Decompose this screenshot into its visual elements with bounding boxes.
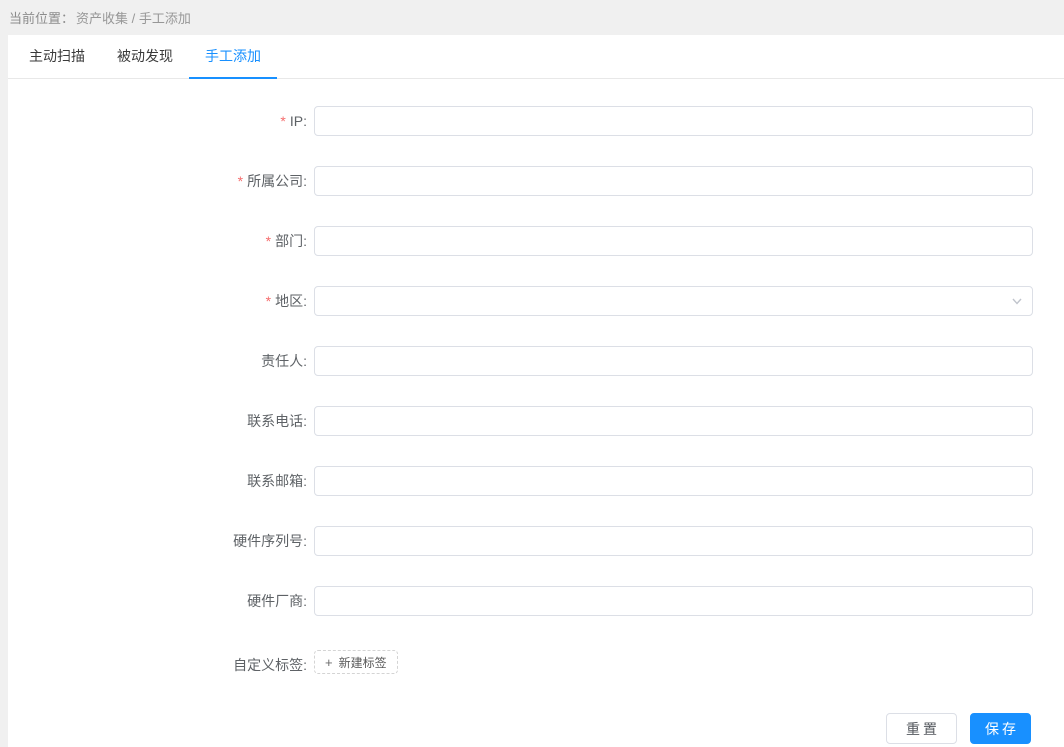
breadcrumb-prefix: 当前位置：	[9, 11, 75, 26]
field-label: 联系电话:	[247, 413, 307, 429]
content-card: 主动扫描 被动发现 手工添加 * IP: * 所属公司: * 部门: * 地区:…	[8, 35, 1064, 747]
department-input[interactable]	[314, 226, 1033, 256]
save-button[interactable]: 保存	[970, 713, 1031, 744]
field-label: * 部门:	[265, 233, 307, 249]
required-asterisk: *	[265, 293, 272, 309]
owner-input[interactable]	[314, 346, 1033, 376]
form-row-region: * 地区:	[8, 286, 1064, 316]
phone-input[interactable]	[314, 406, 1033, 436]
form-row-phone: 联系电话:	[8, 406, 1064, 436]
field-label: * 所属公司:	[237, 173, 307, 189]
required-asterisk: *	[280, 113, 286, 129]
company-input[interactable]	[314, 166, 1033, 196]
field-label: 责任人:	[261, 353, 307, 369]
field-label: 联系邮箱:	[247, 473, 307, 489]
field-label: 硬件厂商:	[247, 593, 307, 609]
tab-label: 被动发现	[117, 48, 173, 64]
form-row-serial: 硬件序列号:	[8, 526, 1064, 556]
field-label: 自定义标签:	[233, 657, 307, 673]
required-asterisk: *	[237, 173, 244, 189]
form-row-vendor: 硬件厂商:	[8, 586, 1064, 616]
tab-label: 手工添加	[205, 48, 261, 64]
tab-bar: 主动扫描 被动发现 手工添加	[8, 35, 1064, 79]
add-tag-button[interactable]: + 新建标签	[314, 650, 398, 674]
field-label: 硬件序列号:	[233, 533, 307, 549]
tab-label: 主动扫描	[29, 48, 85, 64]
form-row-email: 联系邮箱:	[8, 466, 1064, 496]
form-row-ip: * IP:	[8, 106, 1064, 136]
plus-icon: +	[325, 654, 333, 670]
manual-add-form: * IP: * 所属公司: * 部门: * 地区: 责任人: 联系电话: 联系邮…	[8, 79, 1064, 744]
email-input[interactable]	[314, 466, 1033, 496]
tab-active-scan[interactable]: 主动扫描	[13, 35, 101, 79]
hardware-serial-input[interactable]	[314, 526, 1033, 556]
breadcrumb-path: 资产收集 / 手工添加	[76, 11, 191, 26]
hardware-vendor-input[interactable]	[314, 586, 1033, 616]
field-label: * 地区:	[265, 293, 307, 309]
field-label: * IP:	[280, 113, 307, 129]
tab-manual-add[interactable]: 手工添加	[189, 35, 277, 79]
form-row-department: * 部门:	[8, 226, 1064, 256]
reset-button[interactable]: 重置	[886, 713, 957, 744]
form-row-company: * 所属公司:	[8, 166, 1064, 196]
form-actions: 重置 保存	[8, 713, 1031, 744]
tab-passive-discovery[interactable]: 被动发现	[101, 35, 189, 79]
breadcrumb: 当前位置： 资产收集 / 手工添加	[0, 0, 1064, 35]
add-tag-label: 新建标签	[338, 655, 387, 670]
region-select[interactable]	[314, 286, 1033, 316]
form-row-owner: 责任人:	[8, 346, 1064, 376]
required-asterisk: *	[265, 233, 272, 249]
form-row-custom-tags: 自定义标签: + 新建标签	[8, 650, 1064, 680]
ip-input[interactable]	[314, 106, 1033, 136]
